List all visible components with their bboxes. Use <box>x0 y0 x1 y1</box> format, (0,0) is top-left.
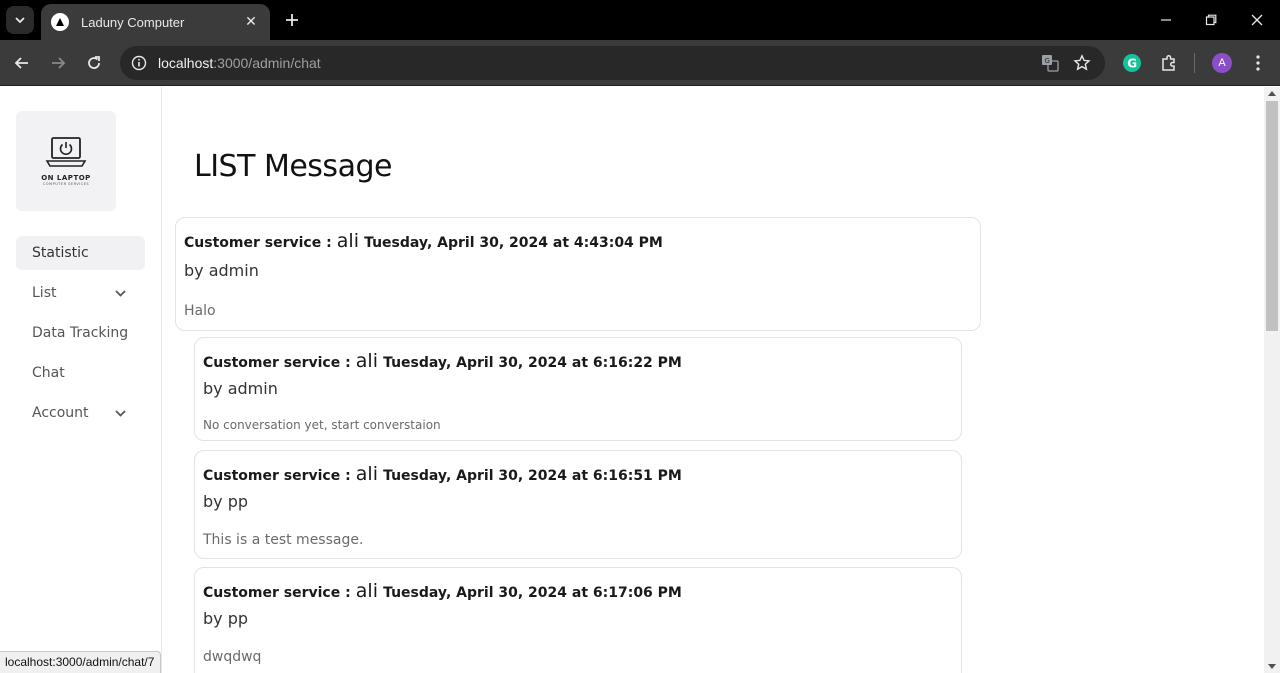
scroll-thumb[interactable] <box>1266 101 1278 331</box>
url-path: :3000/admin/chat <box>213 55 321 71</box>
message-text: dwqdwq <box>203 649 262 665</box>
minimize-icon <box>1161 19 1171 21</box>
scroll-up-arrow-icon[interactable] <box>1268 91 1276 96</box>
message-agent-name: ali <box>355 463 378 485</box>
link-status-bar: localhost:3000/admin/chat/7 <box>0 651 162 673</box>
minimize-button[interactable] <box>1152 8 1180 32</box>
translate-icon[interactable]: G <box>1040 53 1060 73</box>
message-card[interactable]: Customer service : ali Tuesday, April 30… <box>194 567 962 673</box>
message-label: Customer service : <box>184 235 332 251</box>
message-text: No conversation yet, start converstaion <box>203 418 441 432</box>
message-label: Customer service : <box>203 355 351 371</box>
back-button[interactable] <box>10 51 34 75</box>
tab-close-icon[interactable]: ✕ <box>242 14 260 30</box>
message-header: Customer service : ali Tuesday, April 30… <box>203 463 682 485</box>
browser-toolbar: localhost:3000/admin/chat G G A <box>0 40 1280 86</box>
sidebar-item-statistic[interactable]: Statistic <box>16 236 145 270</box>
address-bar[interactable]: localhost:3000/admin/chat G <box>120 46 1105 80</box>
chevron-down-icon <box>113 406 127 420</box>
chevron-down-icon <box>113 286 127 300</box>
arrow-right-icon <box>52 57 66 69</box>
chevron-down-icon <box>15 17 25 24</box>
page-scrollbar[interactable] <box>1264 87 1280 673</box>
svg-text:G: G <box>1127 57 1137 71</box>
bookmark-star-icon[interactable] <box>1072 53 1092 73</box>
message-header: Customer service : ali Tuesday, April 30… <box>203 350 682 372</box>
message-timestamp: Tuesday, April 30, 2024 at 6:17:06 PM <box>383 585 682 601</box>
logo-title: ON LAPTOP <box>41 174 91 182</box>
restore-button[interactable] <box>1197 8 1225 32</box>
url-host: localhost <box>158 55 214 71</box>
toolbar-divider <box>1194 53 1195 73</box>
restore-icon <box>1205 14 1217 26</box>
message-card[interactable]: Customer service : ali Tuesday, April 30… <box>175 217 981 331</box>
message-agent-name: ali <box>336 230 359 252</box>
tab-title: Laduny Computer <box>81 14 185 30</box>
message-text: This is a test message. <box>203 532 364 548</box>
message-timestamp: Tuesday, April 30, 2024 at 6:16:22 PM <box>383 355 682 371</box>
sidebar: ON LAPTOP COMPUTER SERVICES Statistic Li… <box>0 87 162 673</box>
browser-menu-icon[interactable] <box>1246 51 1270 75</box>
laptop-power-icon <box>45 137 87 167</box>
favicon-icon <box>51 13 69 31</box>
message-timestamp: Tuesday, April 30, 2024 at 6:16:51 PM <box>383 468 682 484</box>
sidebar-item-account[interactable]: Account <box>16 396 145 430</box>
message-header: Customer service : ali Tuesday, April 30… <box>203 580 682 602</box>
page-title: LIST Message <box>194 149 392 184</box>
sidebar-item-label: Chat <box>32 365 65 381</box>
sidebar-item-label: Data Tracking <box>32 325 129 341</box>
message-text: Halo <box>184 303 216 319</box>
message-label: Customer service : <box>203 585 351 601</box>
new-tab-button[interactable] <box>280 8 304 32</box>
reload-icon <box>88 56 100 69</box>
message-author: by admin <box>203 379 278 398</box>
logo-subtitle: COMPUTER SERVICES <box>42 182 90 186</box>
message-author: by admin <box>184 261 259 280</box>
tab-search-button[interactable] <box>6 6 34 34</box>
message-header: Customer service : ali Tuesday, April 30… <box>184 230 663 252</box>
main-content: LIST Message Customer service : ali Tues… <box>162 87 1264 673</box>
close-window-button[interactable] <box>1243 8 1271 32</box>
message-author: by pp <box>203 609 249 628</box>
brand-logo[interactable]: ON LAPTOP COMPUTER SERVICES <box>16 111 116 211</box>
extensions-puzzle-icon[interactable] <box>1157 51 1181 75</box>
message-card[interactable]: Customer service : ali Tuesday, April 30… <box>194 450 962 559</box>
scroll-down-arrow-icon[interactable] <box>1268 664 1276 669</box>
profile-avatar[interactable]: A <box>1212 53 1232 73</box>
svg-text:G: G <box>1045 57 1050 65</box>
arrow-left-icon <box>14 57 28 69</box>
sidebar-item-label: Statistic <box>32 245 89 261</box>
forward-button[interactable] <box>46 51 70 75</box>
sidebar-item-chat[interactable]: Chat <box>16 356 145 390</box>
sidebar-item-data-tracking[interactable]: Data Tracking <box>16 316 145 350</box>
site-info-icon[interactable] <box>130 54 148 72</box>
sidebar-item-label: Account <box>32 405 89 421</box>
grammarly-extension-icon[interactable]: G <box>1120 51 1144 75</box>
message-agent-name: ali <box>355 580 378 602</box>
page-viewport: ON LAPTOP COMPUTER SERVICES Statistic Li… <box>0 87 1264 673</box>
message-card[interactable]: Customer service : ali Tuesday, April 30… <box>194 337 962 441</box>
reload-button[interactable] <box>82 51 106 75</box>
tab-strip: Laduny Computer ✕ <box>0 0 1280 40</box>
message-agent-name: ali <box>355 350 378 372</box>
sidebar-item-list[interactable]: List <box>16 276 145 310</box>
message-label: Customer service : <box>203 468 351 484</box>
plus-icon <box>286 14 298 26</box>
browser-tab[interactable]: Laduny Computer ✕ <box>41 4 270 40</box>
message-author: by pp <box>203 492 249 511</box>
close-icon <box>1251 14 1263 26</box>
message-timestamp: Tuesday, April 30, 2024 at 4:43:04 PM <box>364 235 663 251</box>
sidebar-item-label: List <box>32 285 57 301</box>
